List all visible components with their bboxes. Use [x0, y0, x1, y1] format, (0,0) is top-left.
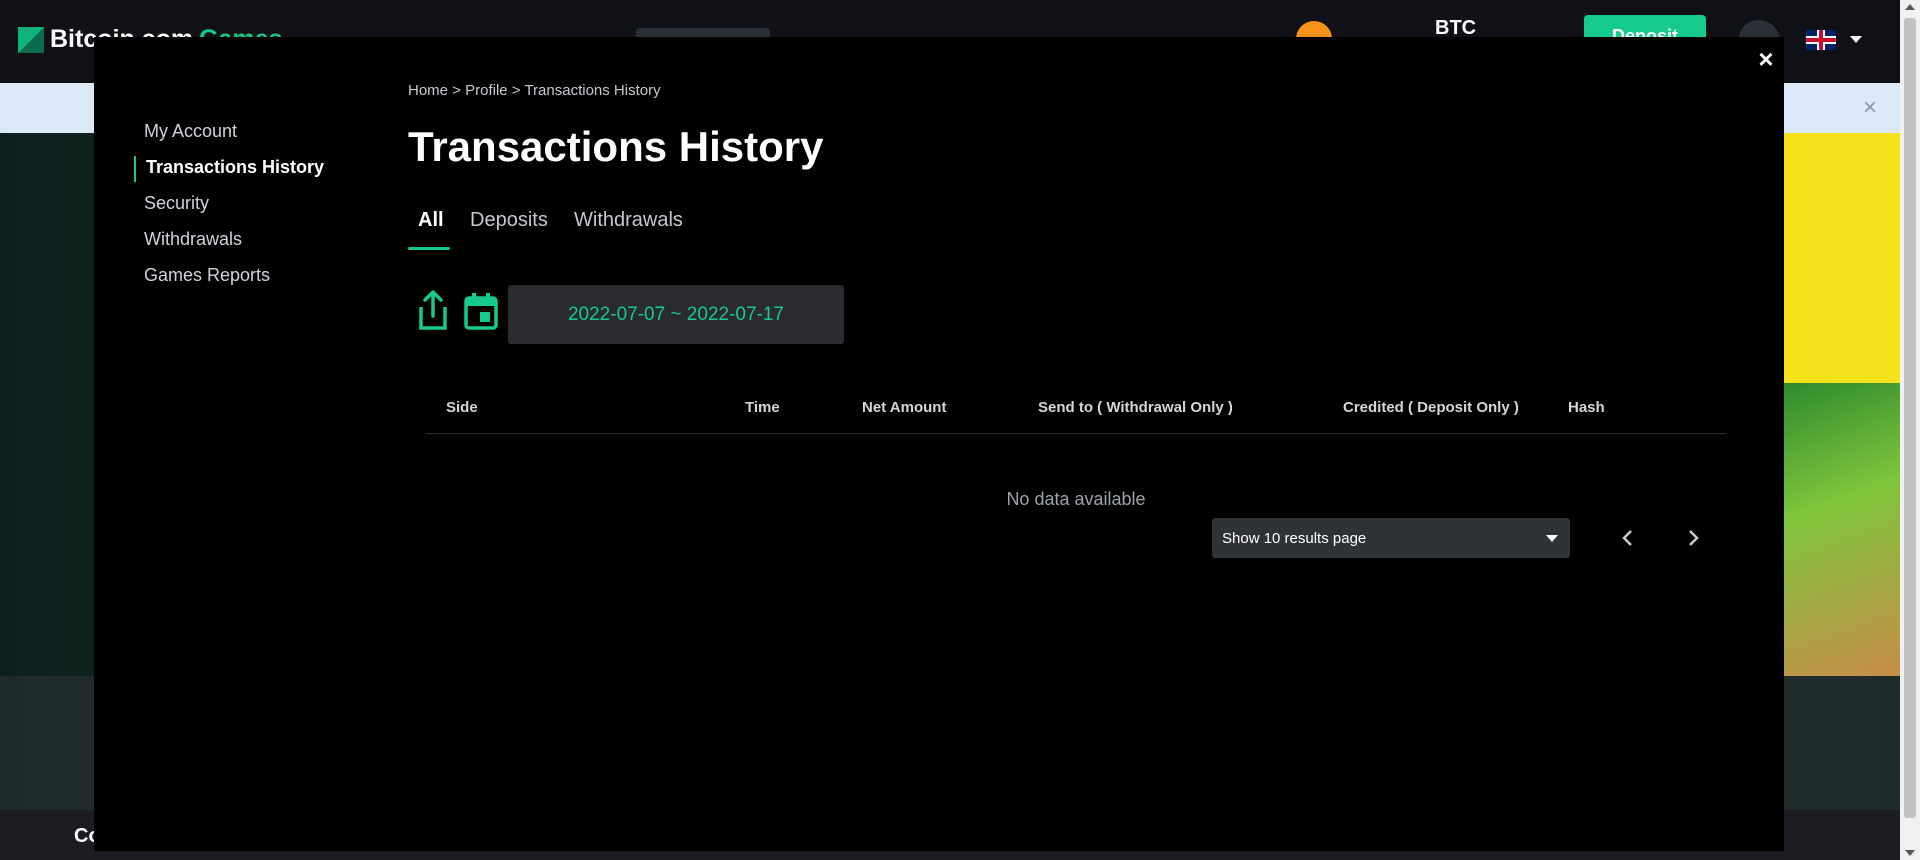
scroll-up-icon[interactable]: [1905, 4, 1915, 10]
chevron-right-icon: [1689, 530, 1699, 546]
sidebar-item-security[interactable]: Security: [144, 193, 209, 214]
language-caret-icon[interactable]: [1850, 36, 1862, 43]
tab-deposits[interactable]: Deposits: [470, 209, 548, 232]
sidebar-item-withdrawals[interactable]: Withdrawals: [144, 229, 242, 250]
modal-close-button[interactable]: ×: [1752, 45, 1780, 73]
column-header-side[interactable]: Side: [446, 399, 478, 416]
select-caret-icon: [1546, 535, 1558, 542]
column-header-hash[interactable]: Hash: [1568, 399, 1605, 416]
column-header-send-to[interactable]: Send to ( Withdrawal Only ): [1038, 399, 1233, 416]
calendar-icon[interactable]: [463, 291, 499, 335]
next-page-button[interactable]: [1679, 524, 1707, 552]
sidebar-active-indicator: [134, 156, 136, 182]
page-scrollbar[interactable]: [1900, 0, 1920, 860]
tab-withdrawals[interactable]: Withdrawals: [574, 209, 683, 232]
column-header-credited[interactable]: Credited ( Deposit Only ): [1343, 399, 1519, 416]
column-header-time[interactable]: Time: [745, 399, 780, 416]
prev-page-button[interactable]: [1614, 524, 1642, 552]
date-range-picker[interactable]: 2022-07-07 ~ 2022-07-17: [508, 285, 844, 344]
tab-active-underline: [408, 247, 450, 250]
promo-banner[interactable]: [1782, 133, 1900, 676]
share-icon[interactable]: [415, 289, 451, 333]
page-size-select[interactable]: Show 10 results page: [1212, 518, 1570, 558]
column-header-net-amount[interactable]: Net Amount: [862, 399, 946, 416]
profile-modal: × My Account Transactions History Securi…: [94, 37, 1784, 851]
uk-flag-icon[interactable]: [1806, 30, 1836, 50]
scroll-down-icon[interactable]: [1905, 850, 1915, 856]
sidebar-item-transactions-history[interactable]: Transactions History: [146, 157, 324, 178]
sidebar-item-my-account[interactable]: My Account: [144, 121, 237, 142]
banner-close-icon[interactable]: ×: [1863, 94, 1877, 122]
empty-state-text: No data available: [1006, 489, 1146, 509]
chevron-left-icon: [1622, 530, 1632, 546]
page-title: Transactions History: [408, 123, 824, 170]
sidebar-item-games-reports[interactable]: Games Reports: [144, 265, 270, 286]
breadcrumb[interactable]: Home > Profile > Transactions History: [408, 82, 661, 99]
page-size-label: Show 10 results page: [1222, 529, 1367, 547]
tab-all[interactable]: All: [418, 209, 444, 232]
logo-mark-icon: [18, 26, 44, 53]
scrollbar-thumb[interactable]: [1904, 18, 1916, 818]
table-header-divider: [426, 433, 1726, 434]
palm-image: [1782, 383, 1900, 676]
